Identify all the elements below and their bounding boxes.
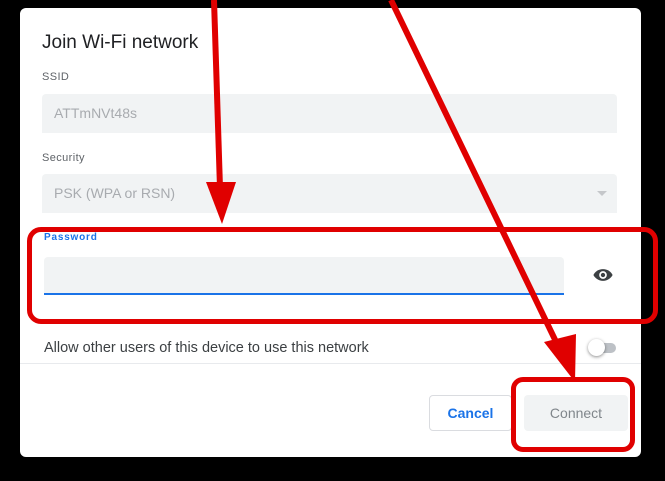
arrow-to-connect-line: [388, 0, 563, 352]
annotation-arrows: [206, 0, 576, 382]
arrow-to-password-head: [206, 182, 236, 224]
arrow-to-password-line: [211, 0, 223, 189]
arrow-to-connect-head: [544, 334, 576, 382]
